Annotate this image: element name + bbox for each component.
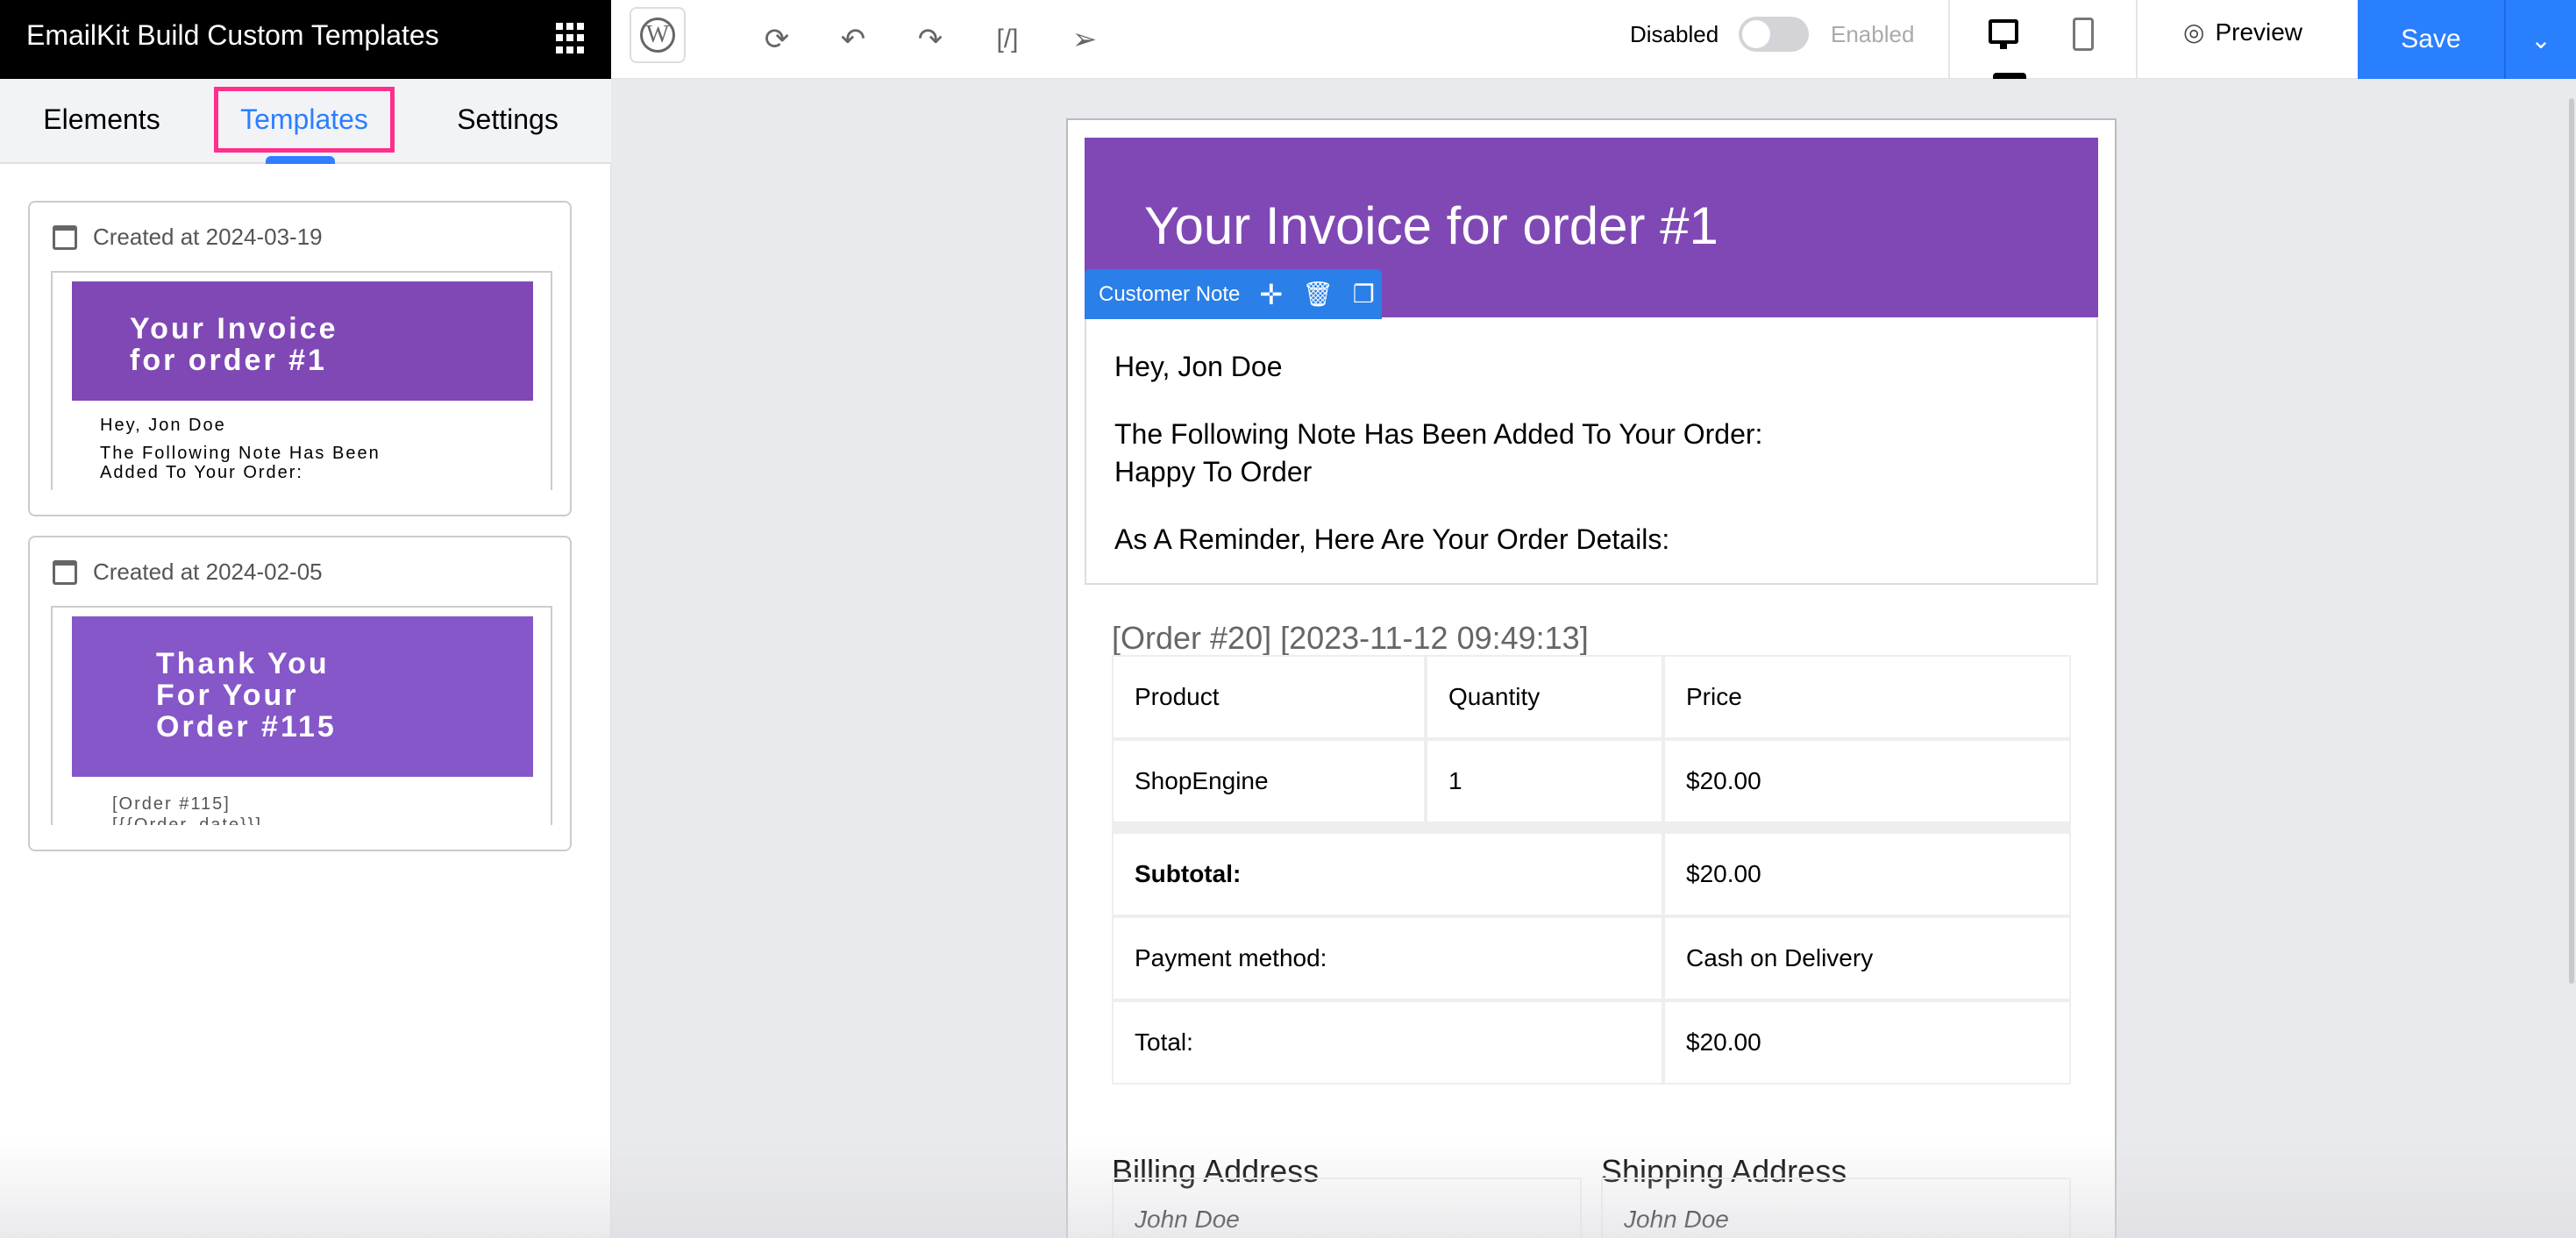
preview-header: Your Invoice for order #1 [72,281,533,401]
shortcode-icon[interactable]: [/] [986,18,1029,61]
note-line: As A Reminder, Here Are Your Order Detai… [1114,523,1670,555]
disabled-label: Disabled [1630,21,1719,47]
note-greeting: Hey, Jon Doe [1114,351,1283,382]
calendar-icon [53,225,77,250]
block-label: Customer Note [1099,281,1241,306]
billing-address: John Doe [1112,1178,1582,1238]
apps-grid-icon[interactable] [556,23,587,54]
save-button[interactable]: Save [2358,0,2504,79]
preview-title-line: Order #115 [156,710,337,744]
template-card[interactable]: Created at 2024-02-05 Thank You For Your… [28,536,572,851]
cell: $20.00 [1663,739,2071,823]
move-icon[interactable]: ✛ [1259,278,1283,311]
save-options-dropdown[interactable]: ⌄ [2504,0,2576,79]
totals-row: Total: $20.00 [1112,1000,2071,1085]
preview-line: Hey, Jon Doe [100,416,226,435]
app-header: EmailKit Build Custom Templates [0,0,611,79]
wordpress-icon[interactable]: W [630,7,686,63]
totals-row: Subtotal: $20.00 [1112,832,2071,916]
preview-line: Added To Your Order: [100,463,303,482]
preview-label: Preview [2215,18,2303,46]
template-preview[interactable]: Thank You For Your Order #115 [Order #11… [51,606,552,825]
tab-settings[interactable]: Settings [457,103,559,136]
editor-canvas: Your Invoice for order #1 Customer Note … [611,79,2576,1238]
email-title: Your Invoice for order #1 [1144,196,1719,255]
duplicate-icon[interactable]: ❐ [1353,280,1375,309]
sidebar: Elements Templates Settings Created at 2… [0,79,611,1238]
eye-icon: ◎ [2183,18,2205,46]
toolbar: W ⟳ ↶ ↷ [/] ➢ Disabled Enabled ◎ Preview … [611,0,2576,79]
template-date: Created at 2024-02-05 [93,559,323,585]
billing-name: John Doe [1135,1206,1240,1233]
cell: Subtotal: [1112,832,1663,916]
table-row: ShopEngine 1 $20.00 [1112,739,2071,823]
desktop-view-icon[interactable] [1989,19,2018,44]
cell: Payment method: [1112,916,1663,1000]
header-cell: Product [1112,655,1426,739]
undo-icon[interactable]: ↶ [831,18,875,61]
save-label: Save [2401,25,2461,53]
header-cell: Price [1663,655,2071,739]
cell: $20.00 [1663,1000,2071,1085]
preview-title-line: Thank You [156,647,330,680]
preview-header: Thank You For Your Order #115 [72,616,533,777]
shipping-name: John Doe [1624,1206,1729,1233]
sidebar-tabs: Elements Templates Settings [0,79,611,164]
active-tab-indicator [266,156,335,164]
trash-icon[interactable]: 🗑 [1302,280,1334,309]
tab-elements[interactable]: Elements [43,103,160,136]
app-title: EmailKit Build Custom Templates [26,19,439,51]
template-preview[interactable]: Your Invoice for order #1 Hey, Jon Doe T… [51,271,552,490]
highlight-box [214,87,395,153]
preview-title: Your Invoice for order #1 [130,312,338,377]
shipping-address: John Doe [1601,1178,2071,1238]
canvas-scrollbar[interactable] [2569,98,2574,984]
chevron-down-icon: ⌄ [2530,25,2551,53]
note-line: Happy To Order [1114,456,1313,487]
cell: $20.00 [1663,832,2071,916]
cell: ShopEngine [1112,739,1426,823]
block-toolbar: Customer Note ✛ 🗑 ❐ [1085,269,1382,319]
cell: Cash on Delivery [1663,916,2071,1000]
template-date: Created at 2024-03-19 [93,224,323,250]
preview-button[interactable]: ◎ Preview [2183,18,2302,46]
cell: Total: [1112,1000,1663,1085]
preview-title-line: For Your [156,679,299,712]
totals-row: Payment method: Cash on Delivery [1112,916,2071,1000]
refresh-icon[interactable]: ⟳ [755,18,799,61]
mobile-view-icon[interactable] [2073,18,2094,51]
redo-icon[interactable]: ↷ [908,18,952,61]
calendar-icon [53,560,77,585]
preview-line: [{{Order_date}}] [112,815,263,825]
enabled-label: Enabled [1831,21,1915,47]
preview-line: [Order #115] [112,794,231,814]
template-card[interactable]: Created at 2024-03-19 Your Invoice for o… [28,201,572,516]
customer-note-block[interactable]: Hey, Jon Doe The Following Note Has Been… [1085,319,2098,585]
header-cell: Quantity [1426,655,1663,739]
order-table[interactable]: Product Quantity Price ShopEngine 1 $20.… [1112,655,2071,1085]
order-heading: [Order #20] [2023-11-12 09:49:13] [1112,620,1589,656]
status-toggle[interactable] [1739,17,1809,52]
preview-line: The Following Note Has Been [100,444,381,463]
cell: 1 [1426,739,1663,823]
table-header-row: Product Quantity Price [1112,655,2071,739]
active-view-indicator [1993,73,2026,79]
email-frame: Your Invoice for order #1 Customer Note … [1066,118,2117,1238]
send-icon[interactable]: ➢ [1063,18,1107,61]
note-line: The Following Note Has Been Added To You… [1114,418,1763,450]
